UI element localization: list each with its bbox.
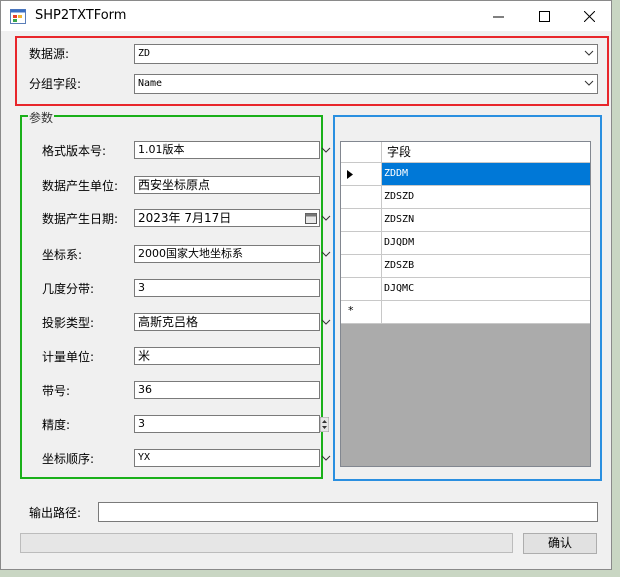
grid-cell[interactable] [382, 301, 590, 323]
fields-grid[interactable]: 字段 ZDDM ZDSZD ZDSZN DJQDM ZDSZB DJQMC * [340, 141, 591, 467]
table-row[interactable]: ZDDM [341, 163, 590, 186]
projection-label: 投影类型: [42, 316, 95, 330]
confirm-button[interactable]: 确认 [523, 533, 597, 554]
app-window-icon [10, 9, 26, 24]
zone-width-input[interactable]: 3 [134, 279, 320, 297]
row-header[interactable] [341, 209, 382, 231]
unit-value: 米 [138, 349, 151, 363]
chevron-down-icon [584, 50, 594, 56]
producer-label: 数据产生单位: [42, 179, 119, 193]
zone-number-label: 带号: [42, 384, 71, 398]
new-row[interactable]: * [341, 301, 590, 324]
precision-spinner[interactable]: 3 [134, 415, 329, 433]
date-picker[interactable]: 2023年 7月17日 [134, 209, 331, 227]
format-version-select[interactable]: 1.01版本 [134, 141, 331, 159]
crs-select[interactable]: 2000国家大地坐标系 [134, 245, 331, 263]
coord-order-select[interactable]: YX [134, 449, 331, 467]
close-button[interactable] [567, 1, 611, 31]
projection-select[interactable]: 高斯克吕格 [134, 313, 331, 331]
output-label: 输出路径: [29, 506, 82, 520]
groupfield-select[interactable]: Name [134, 74, 598, 94]
date-value: 2023年 7月17日 [138, 211, 232, 225]
groupfield-value: Name [138, 78, 163, 89]
table-row[interactable]: DJQDM [341, 232, 590, 255]
output-path-input[interactable] [98, 502, 598, 522]
grid-cell[interactable]: ZDSZD [382, 186, 590, 208]
date-label: 数据产生日期: [42, 212, 119, 226]
chevron-down-icon [321, 319, 331, 325]
row-header[interactable]: * [341, 301, 382, 323]
producer-input[interactable]: 西安坐标原点 [134, 176, 320, 194]
coord-order-label: 坐标顺序: [42, 452, 95, 466]
table-row[interactable]: ZDSZN [341, 209, 590, 232]
grid-cell[interactable]: ZDDM [382, 163, 590, 185]
params-group-title: 参数 [28, 109, 55, 126]
row-header[interactable] [341, 255, 382, 277]
spinner-arrows-icon[interactable] [320, 417, 329, 432]
calendar-icon[interactable] [305, 212, 317, 224]
format-version-label: 格式版本号: [42, 144, 107, 158]
shp2txt-window: SHP2TXTForm 数据源: ZD 分组字段: Name 参数 格式版本号:… [0, 0, 612, 570]
zone-width-value: 3 [138, 281, 145, 294]
row-header[interactable] [341, 278, 382, 300]
producer-value: 西安坐标原点 [138, 178, 211, 192]
minimize-icon [492, 16, 504, 17]
grid-corner-cell [341, 142, 382, 162]
datasource-label: 数据源: [29, 47, 70, 61]
row-header[interactable] [341, 163, 382, 185]
zone-number-input[interactable]: 36 [134, 381, 320, 399]
grid-cell[interactable]: DJQMC [382, 278, 590, 300]
table-row[interactable]: DJQMC [341, 278, 590, 301]
minimize-button[interactable] [476, 1, 520, 31]
precision-value: 3 [138, 417, 145, 430]
crs-value: 2000国家大地坐标系 [138, 247, 243, 260]
title-bar: SHP2TXTForm [1, 1, 611, 31]
coord-order-value: YX [138, 452, 151, 463]
projection-value: 高斯克吕格 [138, 315, 199, 329]
chevron-down-icon [321, 455, 331, 461]
chevron-down-icon [321, 251, 331, 257]
chevron-down-icon [321, 147, 331, 153]
window-title: SHP2TXTForm [35, 8, 127, 23]
zone-width-label: 几度分带: [42, 282, 95, 296]
row-header[interactable] [341, 232, 382, 254]
maximize-icon [538, 10, 550, 22]
datasource-select[interactable]: ZD [134, 44, 598, 64]
column-header-field[interactable]: 字段 [382, 142, 590, 163]
row-header[interactable] [341, 186, 382, 208]
groupfield-label: 分组字段: [29, 77, 82, 91]
grid-cell[interactable]: DJQDM [382, 232, 590, 254]
close-icon [583, 10, 595, 22]
datasource-value: ZD [138, 48, 151, 59]
unit-label: 计量单位: [42, 350, 95, 364]
grid-cell[interactable]: ZDSZN [382, 209, 590, 231]
grid-header-row: 字段 [341, 142, 590, 163]
unit-input[interactable]: 米 [134, 347, 320, 365]
new-row-marker: * [348, 304, 354, 317]
row-pointer-icon [347, 170, 353, 179]
progress-bar [20, 533, 513, 553]
maximize-button[interactable] [522, 1, 566, 31]
crs-label: 坐标系: [42, 248, 83, 262]
table-row[interactable]: ZDSZD [341, 186, 590, 209]
format-version-value: 1.01版本 [138, 143, 185, 156]
precision-label: 精度: [42, 418, 71, 432]
chevron-down-icon [584, 80, 594, 86]
chevron-down-icon [321, 215, 331, 221]
table-row[interactable]: ZDSZB [341, 255, 590, 278]
zone-number-value: 36 [138, 383, 152, 396]
grid-cell[interactable]: ZDSZB [382, 255, 590, 277]
